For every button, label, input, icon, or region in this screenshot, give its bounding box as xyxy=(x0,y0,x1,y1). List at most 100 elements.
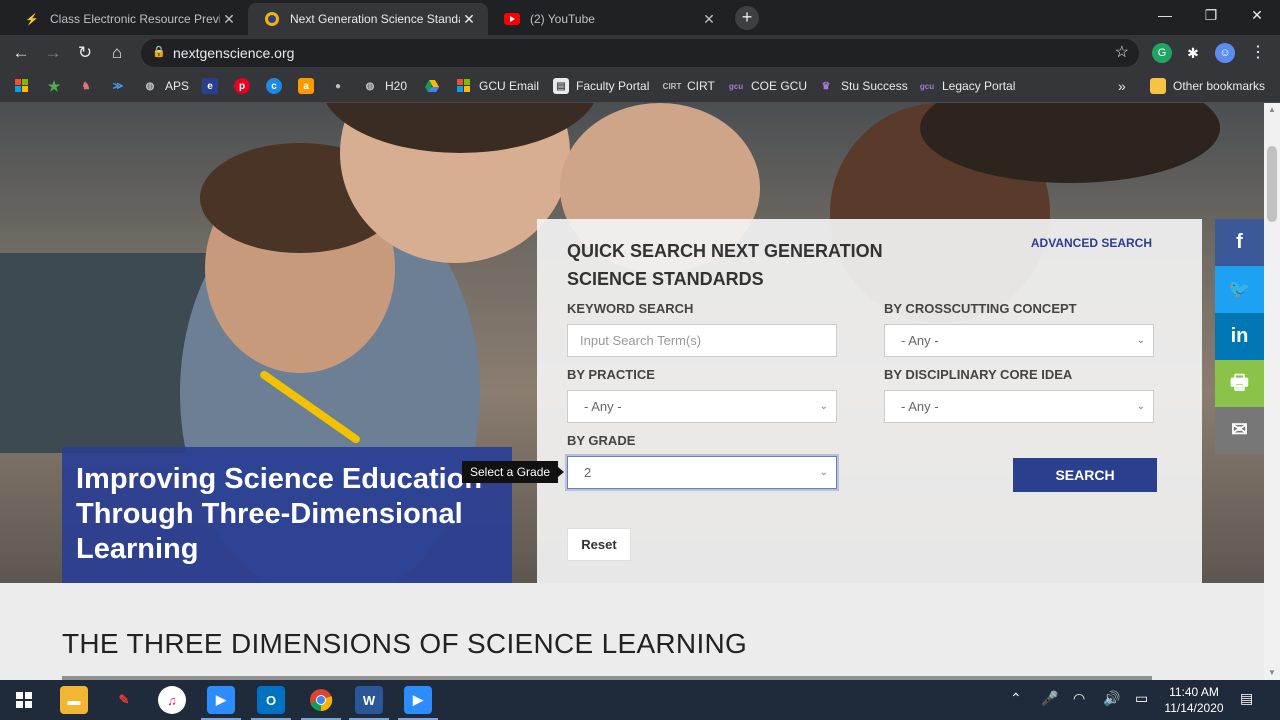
quick-search-panel: QUICK SEARCH NEXT GENERATION SCIENCE STA… xyxy=(537,219,1202,583)
grammarly-icon[interactable]: G xyxy=(1152,43,1172,63)
tab-next-generation-science[interactable]: Next Generation Science Standards ✕ xyxy=(248,3,488,35)
profile-avatar-icon[interactable]: ☺ xyxy=(1215,43,1235,63)
extensions-icon[interactable]: ✱ xyxy=(1183,43,1203,63)
bookmark-aps[interactable]: ◍ APS xyxy=(142,77,189,95)
windows-icon xyxy=(14,78,30,94)
notifications-icon[interactable]: ▤ xyxy=(1240,690,1253,707)
bookmark-c[interactable]: c xyxy=(266,77,289,95)
bookmark-legacy-portal[interactable]: gcu Legacy Portal xyxy=(919,77,1016,95)
bookmark-fish[interactable]: ≫ xyxy=(110,77,133,95)
twitter-icon: 🐦 xyxy=(1228,279,1251,299)
tray-chevron-icon[interactable]: ⌃ xyxy=(1010,690,1022,707)
bookmark-label: CIRT xyxy=(687,79,715,93)
lightning-icon: ⚡ xyxy=(25,13,39,26)
bookmark-windows[interactable] xyxy=(14,77,37,95)
tab-class-electronic-resource[interactable]: ⚡ Class Electronic Resource Preview ✕ xyxy=(8,3,248,35)
windows-icon xyxy=(16,692,32,708)
system-clock[interactable]: 11:40 AM 11/14/2020 xyxy=(1158,684,1230,716)
bookmark-lion[interactable]: ♞ xyxy=(78,77,101,95)
bookmark-stu-success[interactable]: ♛ Stu Success xyxy=(818,77,908,95)
outlook-icon[interactable]: O xyxy=(251,686,291,720)
screencast-icon[interactable]: ✎ xyxy=(110,686,138,714)
browser-toolbar: ← → ↻ ⌂ 🔒 nextgenscience.org ☆ G ✱ ☺ ⋮ xyxy=(0,35,1280,70)
minimize-button[interactable]: — xyxy=(1142,0,1188,32)
chevron-down-icon: ⌄ xyxy=(1136,401,1145,412)
volume-icon[interactable]: 🔊 xyxy=(1103,690,1120,707)
windows-icon xyxy=(456,78,472,94)
bookmark-label: Other bookmarks xyxy=(1173,79,1266,93)
wifi-icon[interactable]: ◠ xyxy=(1073,690,1085,707)
bookmark-pinterest[interactable]: p xyxy=(234,77,257,95)
advanced-search-link[interactable]: ADVANCED SEARCH xyxy=(1031,236,1152,250)
forward-icon[interactable]: → xyxy=(40,40,66,66)
bookmark-label: GCU Email xyxy=(479,79,540,93)
tab-youtube[interactable]: (2) YouTube ✕ xyxy=(488,3,728,35)
print-button[interactable]: 🖶 xyxy=(1215,360,1264,407)
microphone-icon[interactable]: 🎤 xyxy=(1041,690,1058,707)
scroll-down-icon[interactable]: ▼ xyxy=(1268,668,1276,677)
close-icon[interactable]: ✕ xyxy=(700,11,718,28)
crosscutting-concept-select[interactable]: - Any - ⌄ xyxy=(884,324,1154,357)
crosscutting-concept-label: BY CROSSCUTTING CONCEPT xyxy=(884,301,1077,316)
reset-button[interactable]: Reset xyxy=(567,528,631,561)
bookmark-star[interactable]: ★ xyxy=(46,77,69,95)
address-bar[interactable]: 🔒 nextgenscience.org ☆ xyxy=(141,39,1139,67)
grade-tooltip: Select a Grade xyxy=(462,461,565,483)
chevron-down-icon: ⌄ xyxy=(819,401,828,412)
practice-label: BY PRACTICE xyxy=(567,367,655,382)
bookmark-coe-gcu[interactable]: gcu COE GCU xyxy=(728,77,807,95)
twitter-share-button[interactable]: 🐦 xyxy=(1215,266,1264,313)
bookmark-edge[interactable]: e xyxy=(202,77,225,95)
other-bookmarks[interactable]: Other bookmarks xyxy=(1150,77,1265,95)
core-idea-select[interactable]: - Any - ⌄ xyxy=(884,390,1154,423)
hero-headline: Improving Science Education Through Thre… xyxy=(76,463,483,565)
bookmark-apple[interactable]: ● xyxy=(330,77,353,95)
restore-button[interactable]: ❐ xyxy=(1188,0,1234,32)
bookmarks-overflow-button[interactable]: » xyxy=(1118,77,1126,95)
clock-date: 11/14/2020 xyxy=(1164,701,1224,715)
bookmark-drive[interactable] xyxy=(424,77,447,95)
print-icon: 🖶 xyxy=(1230,372,1249,394)
bookmark-star-icon[interactable]: ☆ xyxy=(1115,42,1129,62)
zoom-meeting-icon[interactable]: ▶ xyxy=(398,686,438,720)
battery-icon[interactable]: ▭ xyxy=(1135,690,1148,707)
home-icon[interactable]: ⌂ xyxy=(104,40,130,66)
zoom-icon[interactable]: ▶ xyxy=(201,686,241,720)
itunes-icon[interactable]: ♫ xyxy=(158,686,186,714)
lock-icon: 🔒 xyxy=(152,46,166,58)
bookmark-amazon[interactable]: a xyxy=(298,77,321,95)
email-share-button[interactable]: ✉ xyxy=(1215,407,1264,454)
gcu-icon: gcu xyxy=(919,81,935,91)
reload-icon[interactable]: ↻ xyxy=(72,40,98,66)
tab-strip: ⚡ Class Electronic Resource Preview ✕ Ne… xyxy=(0,0,1280,35)
back-icon[interactable]: ← xyxy=(8,40,34,66)
grade-select[interactable]: 2 ⌄ xyxy=(567,456,837,489)
c-icon: c xyxy=(266,78,282,94)
scroll-up-icon[interactable]: ▲ xyxy=(1268,105,1276,114)
new-tab-button[interactable]: + xyxy=(735,6,759,30)
scroll-thumb[interactable] xyxy=(1267,146,1277,222)
menu-icon[interactable]: ⋮ xyxy=(1248,43,1268,63)
bookmark-h20[interactable]: ◍ H20 xyxy=(362,77,407,95)
cirt-icon: CIRT xyxy=(662,81,682,91)
word-icon[interactable]: W xyxy=(349,686,389,720)
bookmark-cirt[interactable]: CIRT CIRT xyxy=(662,77,715,95)
facebook-icon: f xyxy=(1236,231,1243,253)
nextgen-icon xyxy=(264,11,280,27)
bookmark-gcu-email[interactable]: GCU Email xyxy=(456,77,539,95)
start-button[interactable] xyxy=(10,686,38,714)
practice-select[interactable]: - Any - ⌄ xyxy=(567,390,837,423)
linkedin-share-button[interactable]: in xyxy=(1215,313,1264,360)
bookmark-faculty-portal[interactable]: ▤ Faculty Portal xyxy=(553,77,649,95)
chrome-icon[interactable] xyxy=(301,686,341,720)
keyword-search-input[interactable]: Input Search Term(s) xyxy=(567,324,837,357)
globe-icon: ◍ xyxy=(365,80,375,92)
facebook-share-button[interactable]: f xyxy=(1215,219,1264,266)
page-scrollbar[interactable]: ▲ ▼ xyxy=(1264,103,1280,680)
search-button[interactable]: SEARCH xyxy=(1013,458,1157,492)
close-window-button[interactable]: ✕ xyxy=(1234,0,1280,32)
pinterest-icon: p xyxy=(234,78,250,94)
close-icon[interactable]: ✕ xyxy=(460,11,478,28)
file-explorer-icon[interactable]: ▬ xyxy=(60,686,88,714)
close-icon[interactable]: ✕ xyxy=(220,11,238,28)
